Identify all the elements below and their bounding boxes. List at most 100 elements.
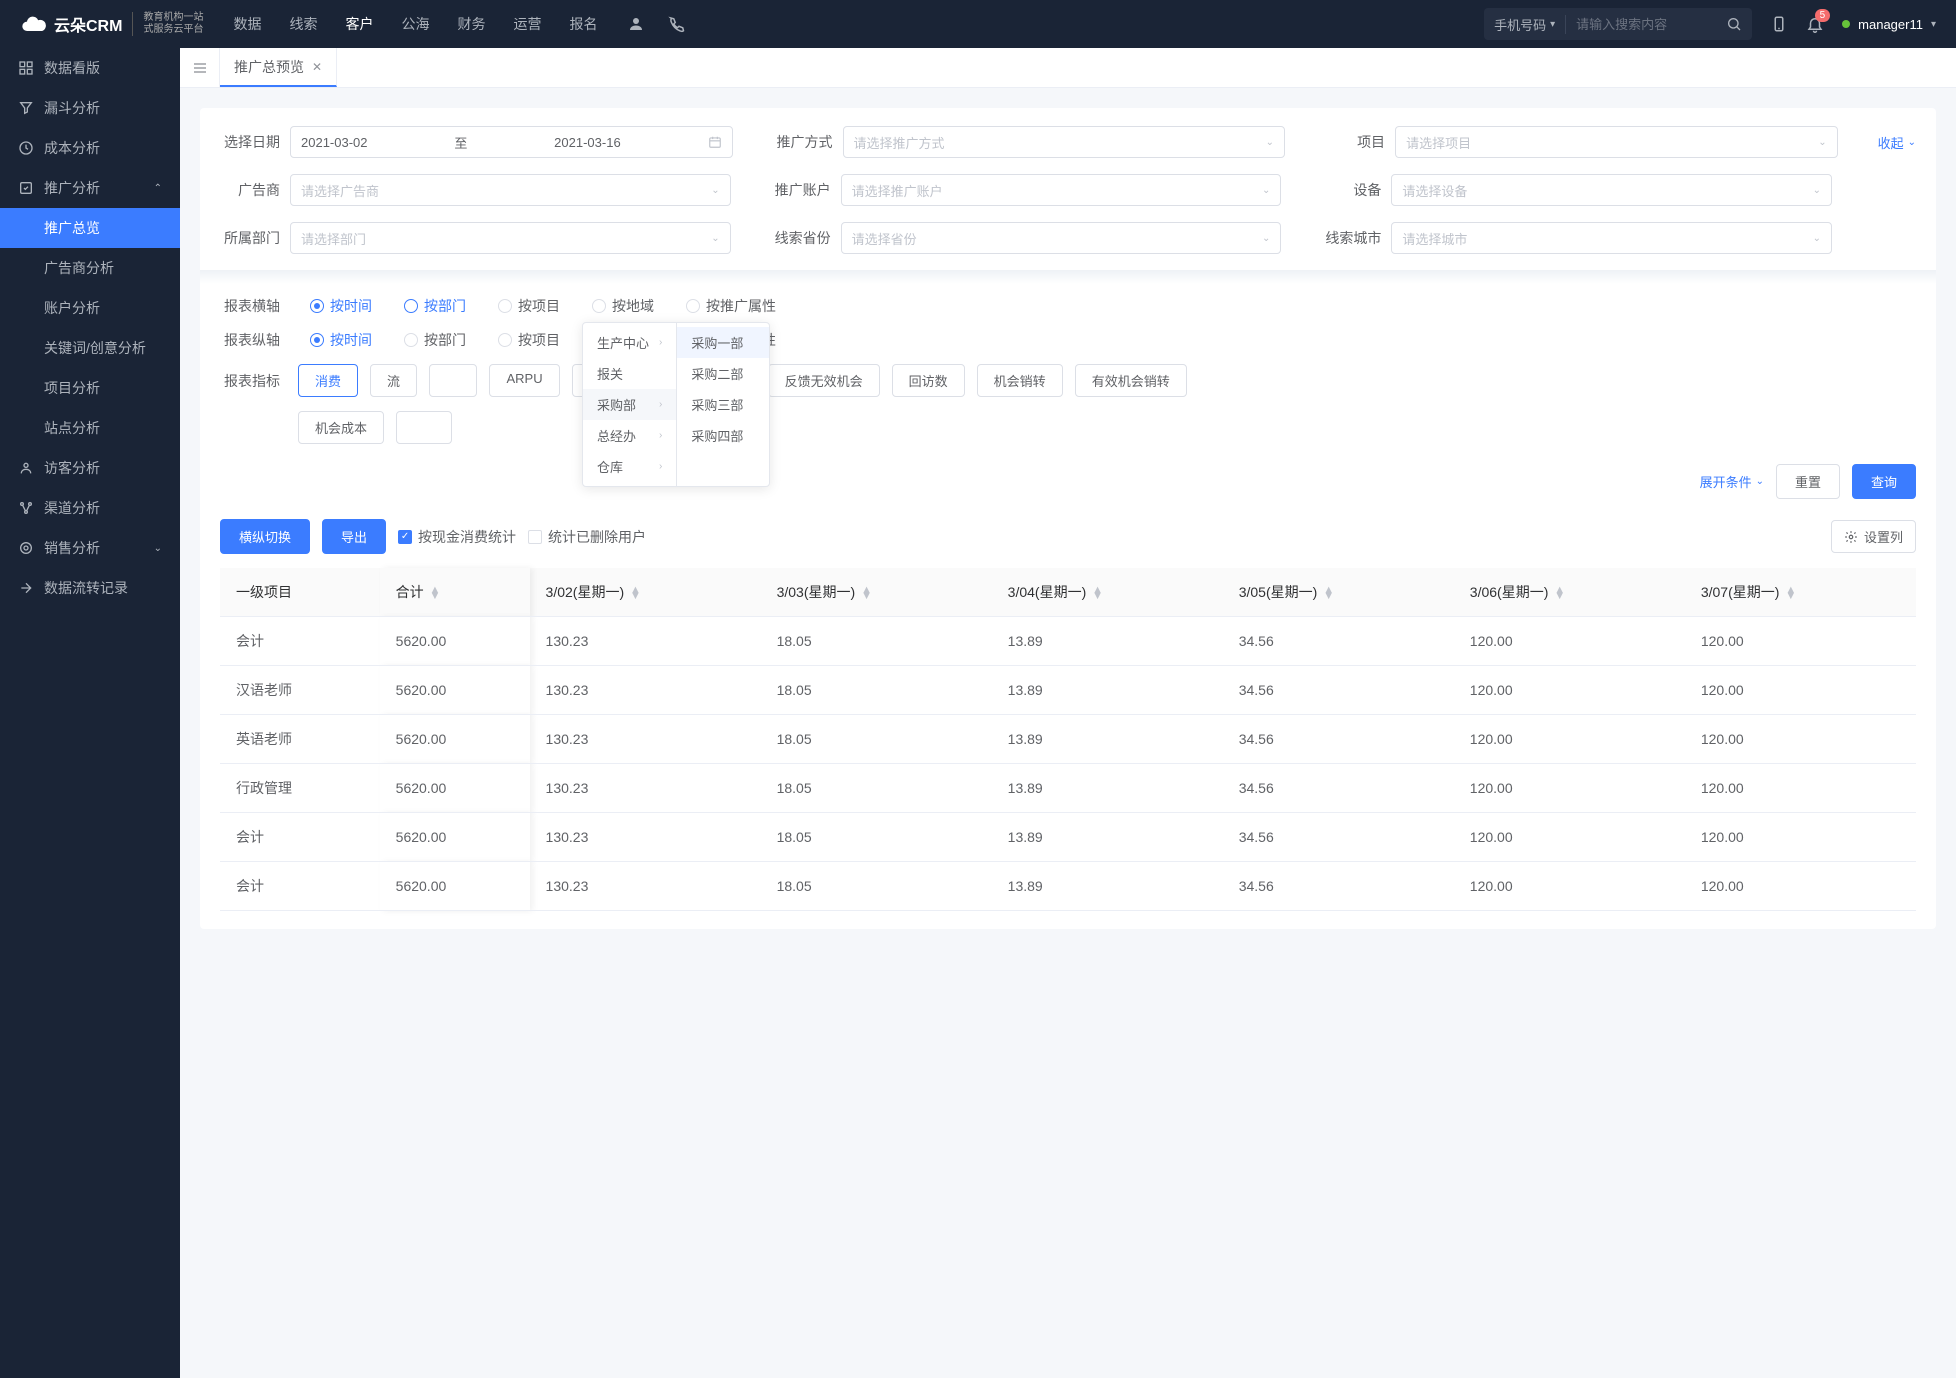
sidebar-toggle[interactable]: [180, 48, 220, 87]
deleted-checkbox[interactable]: 统计已删除用户: [528, 527, 646, 547]
cascader-item[interactable]: 采购二部: [677, 358, 769, 389]
nav-item[interactable]: 公海: [401, 14, 429, 34]
table-cell: 18.05: [761, 813, 992, 862]
column-settings-button[interactable]: 设置列: [1831, 520, 1916, 553]
cascader-item[interactable]: 仓库›: [583, 451, 676, 482]
advertiser-select[interactable]: 请选择广告商⌄: [290, 174, 731, 206]
indicator-tag[interactable]: 有效机会销转: [1075, 364, 1187, 397]
cascader-item[interactable]: 采购四部: [677, 420, 769, 451]
cascader-item[interactable]: 采购三部: [677, 389, 769, 420]
bell-icon[interactable]: 5: [1806, 15, 1824, 33]
sidebar-item[interactable]: 推广分析⌃: [0, 168, 180, 208]
indicator-tag[interactable]: [396, 411, 452, 444]
sidebar-subitem[interactable]: 关键词/创意分析: [0, 328, 180, 368]
project-select[interactable]: 请选择项目⌄: [1395, 126, 1838, 158]
search-icon[interactable]: [1716, 16, 1752, 32]
collapse-link[interactable]: 收起 ⌄: [1878, 133, 1916, 152]
cascader-item[interactable]: 总经办›: [583, 420, 676, 451]
user-menu[interactable]: manager11 ▾: [1842, 17, 1936, 32]
tab-promotion-overview[interactable]: 推广总预览 ✕: [220, 48, 337, 87]
radio-option[interactable]: 按推广属性: [686, 296, 776, 316]
divider: [200, 270, 1936, 284]
radio-option[interactable]: 按时间: [310, 330, 372, 350]
expand-conditions-link[interactable]: 展开条件 ⌄: [1700, 472, 1764, 491]
nav-item[interactable]: 客户: [345, 14, 373, 34]
radio-circle: [404, 299, 418, 313]
radio-option[interactable]: 按地域: [592, 296, 654, 316]
indicator-tag[interactable]: 机会成本: [298, 411, 384, 444]
city-select[interactable]: 请选择城市⌄: [1391, 222, 1832, 254]
table-column-header[interactable]: 一级项目: [220, 568, 380, 617]
indicator-tag[interactable]: 消费: [298, 364, 358, 397]
sidebar-item[interactable]: 数据看版: [0, 48, 180, 88]
table-column-header[interactable]: 3/07(星期一) ▲▼: [1685, 568, 1916, 617]
nav-item[interactable]: 财务: [457, 14, 485, 34]
department-select[interactable]: 请选择部门⌄: [290, 222, 731, 254]
radio-option[interactable]: 按部门: [404, 330, 466, 350]
cloud-icon: [20, 10, 48, 38]
search-input[interactable]: [1566, 17, 1716, 32]
indicator-tag[interactable]: 反馈无效机会: [768, 364, 880, 397]
sidebar-subitem[interactable]: 推广总览: [0, 208, 180, 248]
device-select[interactable]: 请选择设备⌄: [1391, 174, 1832, 206]
indicator-tag[interactable]: ARPU: [489, 364, 559, 397]
chevron-down-icon: ⌄: [711, 185, 719, 196]
table-cell: 汉语老师: [220, 666, 380, 715]
user-icon[interactable]: [627, 15, 645, 33]
nav-item[interactable]: 数据: [233, 14, 261, 34]
sidebar-item[interactable]: 访客分析: [0, 448, 180, 488]
table-column-header[interactable]: 3/06(星期一) ▲▼: [1454, 568, 1685, 617]
table-column-header[interactable]: 3/02(星期一) ▲▼: [530, 568, 761, 617]
table-column-header[interactable]: 3/03(星期一) ▲▼: [761, 568, 992, 617]
cascader-column: 生产中心›报关采购部›总经办›仓库›: [583, 323, 677, 486]
sidebar-item-label: 推广分析: [44, 178, 100, 198]
table-column-header[interactable]: 合计 ▲▼: [380, 568, 530, 617]
sidebar-item-label: 成本分析: [44, 138, 100, 158]
chevron-down-icon: ⌄: [1262, 185, 1270, 196]
sidebar-item[interactable]: 销售分析⌄: [0, 528, 180, 568]
cascader-item[interactable]: 采购部›: [583, 389, 676, 420]
account-select[interactable]: 请选择推广账户⌄: [841, 174, 1282, 206]
date-range-input[interactable]: 2021-03-02 至 2021-03-16: [290, 126, 733, 158]
switch-axis-button[interactable]: 横纵切换: [220, 519, 310, 554]
sidebar-item[interactable]: 渠道分析: [0, 488, 180, 528]
sidebar-subitem[interactable]: 广告商分析: [0, 248, 180, 288]
sidebar-subitem[interactable]: 项目分析: [0, 368, 180, 408]
chevron-right-icon: ›: [659, 430, 662, 441]
table-column-header[interactable]: 3/04(星期一) ▲▼: [992, 568, 1223, 617]
nav-item[interactable]: 运营: [513, 14, 541, 34]
indicator-tag[interactable]: [429, 364, 477, 397]
sidebar-subitem[interactable]: 账户分析: [0, 288, 180, 328]
cascader-item[interactable]: 采购一部: [677, 327, 769, 358]
province-select[interactable]: 请选择省份⌄: [841, 222, 1282, 254]
sidebar-item[interactable]: 漏斗分析: [0, 88, 180, 128]
calendar-icon: [708, 135, 722, 149]
table-column-header[interactable]: 3/05(星期一) ▲▼: [1223, 568, 1454, 617]
cascader-item[interactable]: 生产中心›: [583, 327, 676, 358]
indicator-tag[interactable]: 回访数: [892, 364, 965, 397]
query-button[interactable]: 查询: [1852, 464, 1916, 499]
cash-checkbox[interactable]: ✓ 按现金消费统计: [398, 527, 516, 547]
device-label: 设备: [1321, 180, 1381, 200]
radio-option[interactable]: 按项目: [498, 296, 560, 316]
method-select[interactable]: 请选择推广方式⌄: [843, 126, 1286, 158]
export-button[interactable]: 导出: [322, 519, 386, 554]
radio-option[interactable]: 按部门: [404, 296, 466, 316]
logo[interactable]: 云朵CRM 教育机构一站 式服务云平台: [20, 10, 203, 38]
mobile-icon[interactable]: [1770, 15, 1788, 33]
close-icon[interactable]: ✕: [312, 60, 322, 74]
table-cell: 130.23: [530, 764, 761, 813]
reset-button[interactable]: 重置: [1776, 464, 1840, 499]
sidebar-subitem[interactable]: 站点分析: [0, 408, 180, 448]
indicator-tag[interactable]: 流: [370, 364, 417, 397]
radio-option[interactable]: 按项目: [498, 330, 560, 350]
indicator-tag[interactable]: 机会销转: [977, 364, 1063, 397]
nav-item[interactable]: 报名: [569, 14, 597, 34]
nav-item[interactable]: 线索: [289, 14, 317, 34]
phone-icon[interactable]: [667, 15, 685, 33]
sidebar-item[interactable]: 成本分析: [0, 128, 180, 168]
sidebar-item[interactable]: 数据流转记录: [0, 568, 180, 608]
cascader-item[interactable]: 报关: [583, 358, 676, 389]
search-type-select[interactable]: 手机号码 ▾: [1484, 15, 1566, 34]
radio-option[interactable]: 按时间: [310, 296, 372, 316]
